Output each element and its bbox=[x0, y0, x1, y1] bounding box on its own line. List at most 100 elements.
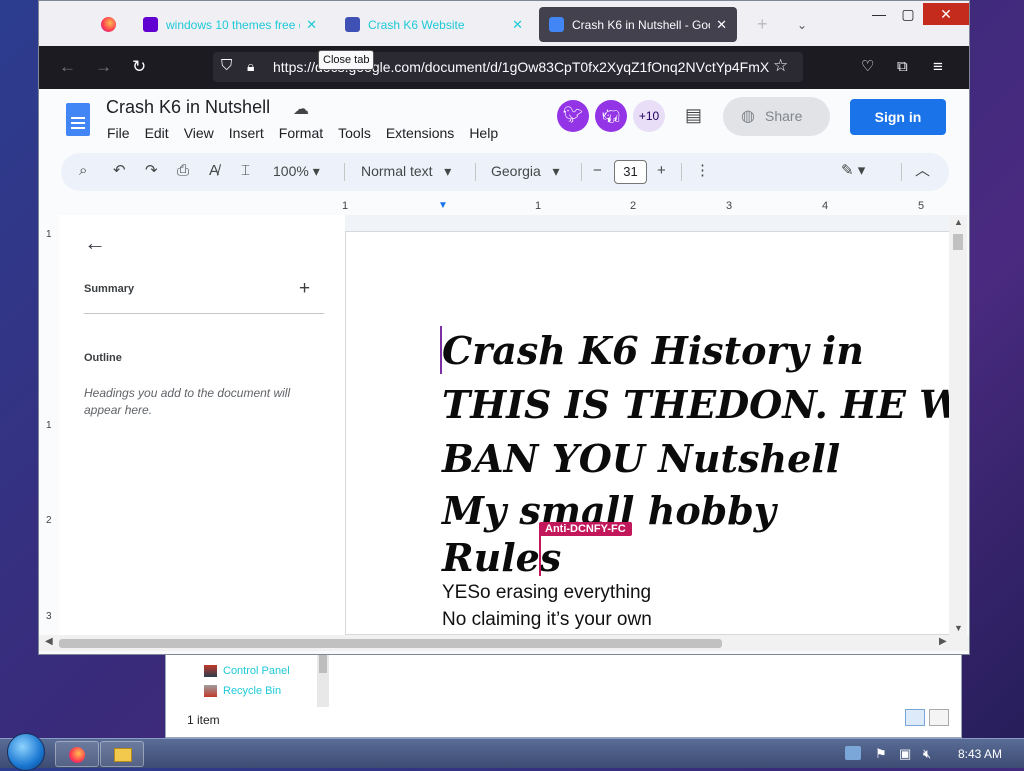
sign-in-button[interactable]: Sign in bbox=[850, 99, 946, 135]
yahoo-icon bbox=[143, 17, 158, 32]
tab-crash-website[interactable]: Crash K6 Website ✕ bbox=[335, 7, 533, 42]
vertical-ruler[interactable]: 1 1 2 3 bbox=[39, 215, 59, 635]
document-title[interactable]: Crash K6 in Nutshell bbox=[106, 97, 270, 118]
heading-line[interactable]: Rules bbox=[442, 535, 561, 580]
add-summary-icon[interactable]: + bbox=[299, 278, 310, 300]
start-button[interactable] bbox=[7, 733, 45, 771]
pocket-icon[interactable]: ♡ bbox=[861, 57, 874, 77]
explorer-item-control-panel[interactable]: Control Panel bbox=[204, 665, 290, 677]
back-icon[interactable]: ← bbox=[59, 57, 76, 77]
summary-label: Summary bbox=[84, 283, 135, 295]
volume-muted-icon[interactable]: 🔇︎ bbox=[923, 746, 939, 761]
search-menus-icon[interactable]: ⌕ bbox=[79, 162, 87, 180]
more-options-icon[interactable]: ⋮ bbox=[695, 162, 710, 180]
details-view-icon[interactable] bbox=[905, 709, 925, 726]
close-window-button[interactable]: ✕ bbox=[923, 3, 969, 25]
collaborator-avatar-bird[interactable]: 🐦︎ bbox=[557, 100, 589, 132]
close-tab-icon[interactable]: ✕ bbox=[716, 17, 727, 33]
font-size-input[interactable]: 31 bbox=[614, 160, 647, 184]
explorer-scrollbar[interactable] bbox=[317, 655, 329, 707]
list-tabs-button[interactable]: ⌄ bbox=[787, 7, 817, 42]
heading-line[interactable]: Crash K6 History in bbox=[442, 328, 864, 373]
zoom-select[interactable]: 100% ▾ bbox=[273, 162, 320, 180]
scroll-left-icon[interactable]: ◀ bbox=[45, 636, 53, 647]
close-tab-icon[interactable]: ✕ bbox=[512, 17, 523, 33]
scroll-down-icon[interactable]: ▼ bbox=[954, 623, 963, 633]
print-icon[interactable]: ⎙ bbox=[177, 162, 189, 180]
collaborator-avatar-rhino[interactable]: 🦏︎ bbox=[595, 100, 627, 132]
menu-edit[interactable]: Edit bbox=[145, 125, 169, 141]
menu-icon[interactable]: ≡ bbox=[933, 57, 943, 77]
decrease-font-size-icon[interactable]: − bbox=[593, 162, 602, 180]
folder-icon bbox=[114, 748, 132, 762]
recycle-bin-icon bbox=[204, 685, 217, 697]
back-arrow-icon[interactable]: ← bbox=[84, 230, 106, 256]
google-docs-icon bbox=[549, 17, 564, 32]
lock-icon[interactable]: 🔒︎ bbox=[247, 56, 254, 76]
google-sites-icon bbox=[345, 17, 360, 32]
share-button[interactable]: ◍ Share bbox=[723, 97, 830, 136]
menu-tools[interactable]: Tools bbox=[338, 125, 371, 141]
network-tray-icon[interactable] bbox=[845, 746, 861, 760]
firefox-view-button[interactable] bbox=[91, 7, 125, 42]
scroll-thumb[interactable] bbox=[953, 234, 963, 250]
horizontal-ruler[interactable]: 1 ▼ 1 2 3 4 5 bbox=[39, 200, 969, 216]
close-tab-icon[interactable]: ✕ bbox=[306, 17, 317, 33]
paragraph-style-select[interactable]: Normal text ▾ bbox=[361, 162, 451, 180]
body-line[interactable]: No claiming it’s your own bbox=[442, 609, 652, 631]
reload-icon[interactable]: ↻ bbox=[132, 57, 146, 77]
paint-format-icon[interactable]: ⌶ bbox=[241, 162, 250, 180]
docs-toolbar: ⌕ ↶ ↷ ⎙ A̸ ⌶ 100% ▾ Normal text ▾ Georgi… bbox=[61, 153, 949, 191]
clock[interactable]: 8:43 AM bbox=[958, 747, 1002, 761]
menu-extensions[interactable]: Extensions bbox=[386, 125, 454, 141]
new-tab-button[interactable]: + bbox=[747, 7, 777, 42]
spellcheck-icon[interactable]: A̸ bbox=[209, 162, 219, 180]
menu-format[interactable]: Format bbox=[279, 125, 323, 141]
hide-menus-icon[interactable]: ︿ bbox=[915, 162, 930, 180]
menu-view[interactable]: View bbox=[184, 125, 214, 141]
control-panel-icon bbox=[204, 665, 217, 677]
tab-yahoo[interactable]: windows 10 themes free d ✕ bbox=[133, 7, 327, 42]
font-family-select[interactable]: Georgia ▾ bbox=[491, 162, 560, 180]
scroll-right-icon[interactable]: ▶ bbox=[939, 636, 947, 647]
scroll-up-icon[interactable]: ▲ bbox=[954, 217, 963, 227]
docs-logo-icon[interactable] bbox=[66, 103, 90, 136]
navigation-bar: ← → ↻ ⛉ 🔒︎ https://docs.google.com/docum… bbox=[39, 46, 969, 89]
indent-marker-icon[interactable]: ▼ bbox=[438, 200, 448, 211]
redo-icon[interactable]: ↷ bbox=[145, 162, 158, 180]
collaborator-cursor-label: Anti-DCNFY-FC bbox=[539, 522, 632, 536]
display-tray-icon[interactable]: ▣ bbox=[899, 746, 915, 761]
comments-icon[interactable]: ▤ bbox=[685, 105, 702, 126]
outline-label: Outline bbox=[84, 352, 122, 364]
increase-font-size-icon[interactable]: + bbox=[657, 162, 666, 180]
vertical-scrollbar[interactable]: ▲ ▼ bbox=[949, 217, 967, 635]
taskbar: ⚑ ▣ 🔇︎ 8:43 AM bbox=[0, 733, 1024, 771]
menu-file[interactable]: File bbox=[107, 125, 130, 141]
heading-line[interactable]: BAN YOU Nutshell bbox=[442, 436, 840, 481]
action-center-flag-icon[interactable]: ⚑ bbox=[875, 746, 891, 761]
document-page[interactable]: Crash K6 History in THIS IS THEDON. HE W… bbox=[345, 231, 955, 635]
document-workspace: ← Summary + Outline Headings you add to … bbox=[59, 215, 967, 635]
preview-pane-icon[interactable] bbox=[929, 709, 949, 726]
more-collaborators[interactable]: +10 bbox=[633, 100, 665, 132]
taskbar-firefox[interactable] bbox=[55, 741, 99, 767]
bookmark-star-icon[interactable]: ☆ bbox=[773, 56, 788, 76]
menu-help[interactable]: Help bbox=[469, 125, 498, 141]
taskbar-explorer[interactable] bbox=[100, 741, 144, 767]
forward-icon[interactable]: → bbox=[95, 57, 112, 77]
close-tab-tooltip: Close tab bbox=[318, 50, 375, 70]
cloud-saved-icon[interactable]: ☁ bbox=[293, 99, 309, 119]
menu-insert[interactable]: Insert bbox=[229, 125, 264, 141]
scroll-thumb[interactable] bbox=[59, 639, 722, 648]
extensions-icon[interactable]: ⧉ bbox=[897, 57, 908, 77]
undo-icon[interactable]: ↶ bbox=[113, 162, 126, 180]
url-bar[interactable]: ⛉ 🔒︎ https://docs.google.com/document/d/… bbox=[213, 52, 803, 82]
editing-mode-icon[interactable]: ✎ ▾ bbox=[841, 162, 865, 180]
explorer-view-buttons[interactable] bbox=[905, 709, 949, 726]
horizontal-scrollbar[interactable]: ◀ ▶ bbox=[39, 635, 969, 651]
body-line[interactable]: YESo erasing everything bbox=[442, 582, 651, 604]
explorer-item-recycle-bin[interactable]: Recycle Bin bbox=[204, 685, 281, 697]
tab-crash-doc[interactable]: Crash K6 in Nutshell - Goog ✕ bbox=[539, 7, 737, 42]
shield-icon[interactable]: ⛉ bbox=[221, 56, 232, 76]
heading-line[interactable]: THIS IS THEDON. HE WI bbox=[442, 382, 954, 427]
